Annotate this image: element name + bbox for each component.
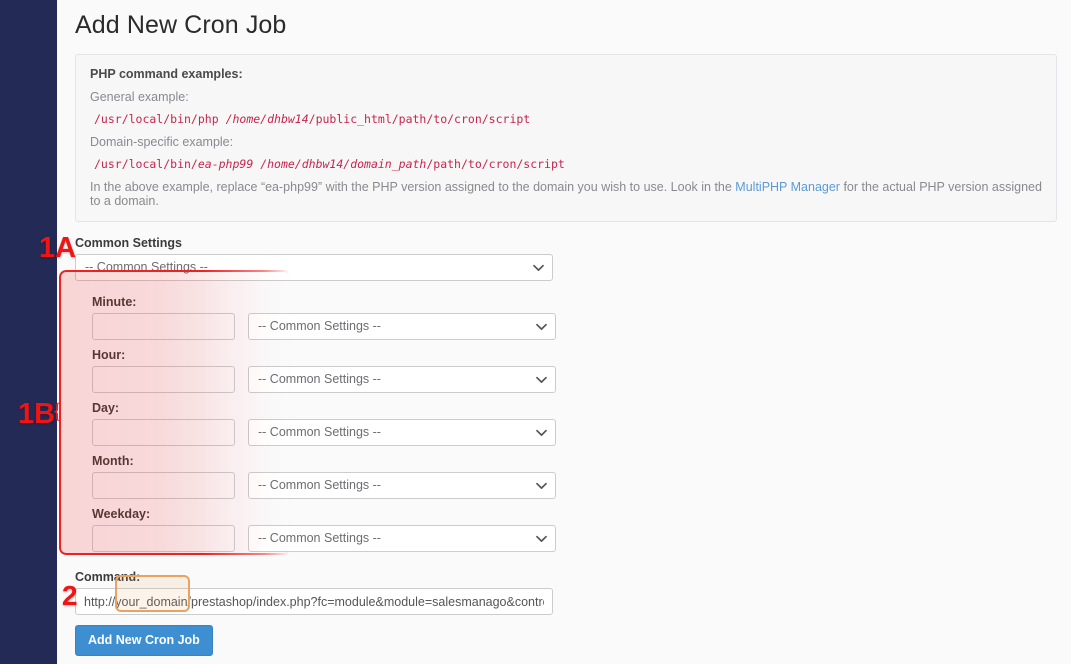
- schedule-field-day: Day: -- Common Settings --: [92, 401, 1057, 446]
- weekday-input[interactable]: [92, 525, 235, 552]
- minute-row: -- Common Settings --: [92, 313, 1057, 340]
- month-select[interactable]: -- Common Settings --: [248, 472, 556, 499]
- schedule-field-month: Month: -- Common Settings --: [92, 454, 1057, 499]
- month-label: Month:: [92, 454, 134, 468]
- hour-row: -- Common Settings --: [92, 366, 1057, 393]
- php-version-note: In the above example, replace “ea-php99”…: [90, 180, 1042, 208]
- hour-label: Hour:: [92, 348, 126, 362]
- schedule-fields-group: Minute: -- Common Settings -- Hour: -- C…: [75, 286, 1057, 560]
- multiphp-manager-link[interactable]: MultiPHP Manager: [735, 180, 840, 194]
- php-examples-panel: PHP command examples: General example: /…: [75, 54, 1057, 222]
- app-window: Add New Cron Job PHP command examples: G…: [0, 0, 1071, 664]
- minute-select-wrap: -- Common Settings --: [248, 313, 556, 340]
- general-example-label: General example:: [90, 90, 189, 104]
- cron-job-form: Common Settings -- Common Settings -- Mi…: [75, 236, 1057, 656]
- month-input[interactable]: [92, 472, 235, 499]
- domain-example-code: /usr/local/bin/ea-php99 /home/dhbw14/dom…: [94, 157, 1042, 171]
- minute-input[interactable]: [92, 313, 235, 340]
- schedule-field-hour: Hour: -- Common Settings --: [92, 348, 1057, 393]
- common-settings-select[interactable]: -- Common Settings --: [75, 254, 553, 281]
- minute-label: Minute:: [92, 295, 137, 309]
- add-new-cron-job-button[interactable]: Add New Cron Job: [75, 625, 213, 656]
- general-example-code: /usr/local/bin/php /home/dhbw14/public_h…: [94, 112, 1042, 126]
- schedule-field-minute: Minute: -- Common Settings --: [92, 295, 1057, 340]
- weekday-label: Weekday:: [92, 507, 151, 521]
- weekday-select-wrap: -- Common Settings --: [248, 525, 556, 552]
- hour-input[interactable]: [92, 366, 235, 393]
- schedule-field-weekday: Weekday: -- Common Settings --: [92, 507, 1057, 552]
- month-select-wrap: -- Common Settings --: [248, 472, 556, 499]
- main-content: Add New Cron Job PHP command examples: G…: [57, 0, 1071, 664]
- domain-code-suffix: /path/to/cron/script: [426, 157, 565, 171]
- domain-code-emphasis-1: ea-php99: [197, 157, 254, 171]
- weekday-row: -- Common Settings --: [92, 525, 1057, 552]
- day-input[interactable]: [92, 419, 235, 446]
- general-code-suffix: /public_html/path/to/cron/script: [308, 112, 531, 126]
- day-label: Day:: [92, 401, 120, 415]
- day-select-wrap: -- Common Settings --: [248, 419, 556, 446]
- left-nav-rail[interactable]: [0, 0, 57, 664]
- minute-select[interactable]: -- Common Settings --: [248, 313, 556, 340]
- day-select[interactable]: -- Common Settings --: [248, 419, 556, 446]
- command-field-wrap: Command:: [75, 570, 1057, 615]
- note-text-before: In the above example, replace “ea-php99”…: [90, 180, 736, 194]
- general-code-prefix: /usr/local/bin/php: [94, 112, 226, 126]
- php-examples-heading: PHP command examples:: [90, 67, 243, 81]
- month-row: -- Common Settings --: [92, 472, 1057, 499]
- general-code-emphasis: /home/dhbw14: [225, 112, 309, 126]
- hour-select[interactable]: -- Common Settings --: [248, 366, 556, 393]
- domain-example-label: Domain-specific example:: [90, 135, 234, 149]
- command-input[interactable]: [75, 588, 553, 615]
- common-settings-select-wrap: -- Common Settings --: [75, 254, 553, 281]
- hour-select-wrap: -- Common Settings --: [248, 366, 556, 393]
- domain-code-emphasis-2: /home/dhbw14/domain_path: [260, 157, 427, 171]
- domain-code-prefix: /usr/local/bin/: [94, 157, 198, 171]
- command-label: Command:: [75, 570, 141, 584]
- page-title: Add New Cron Job: [75, 11, 287, 39]
- day-row: -- Common Settings --: [92, 419, 1057, 446]
- weekday-select[interactable]: -- Common Settings --: [248, 525, 556, 552]
- common-settings-label: Common Settings: [75, 236, 182, 250]
